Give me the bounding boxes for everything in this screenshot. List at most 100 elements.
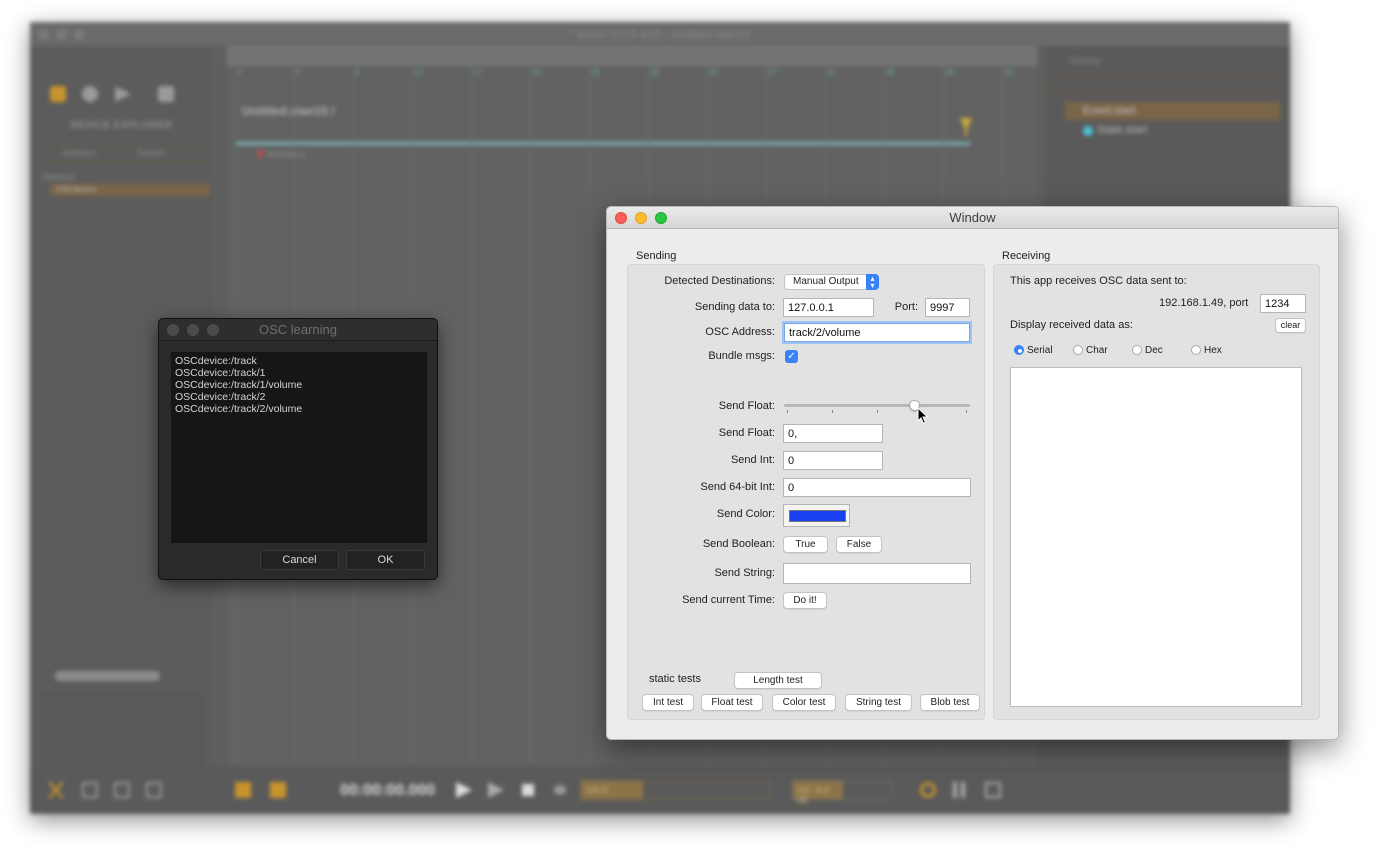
close-icon[interactable] <box>167 324 179 336</box>
timeline-grid-line <box>589 66 590 766</box>
dialog-title: OSC learning <box>258 322 338 337</box>
sending-ip-field[interactable]: 127.0.0.1 <box>783 298 874 317</box>
panel-icon[interactable] <box>82 782 98 798</box>
play-icon[interactable] <box>456 782 472 798</box>
send-time-label: Send current Time: <box>682 594 775 606</box>
close-icon[interactable] <box>38 29 49 40</box>
settings-icon[interactable] <box>920 782 936 798</box>
zoom-icon[interactable] <box>655 212 667 224</box>
stop-icon[interactable] <box>522 784 534 796</box>
do-it-button[interactable]: Do it! <box>783 592 827 609</box>
record-icon[interactable] <box>257 150 264 157</box>
play-from-icon[interactable] <box>488 782 504 798</box>
device-tree-item[interactable]: OSCdevice <box>50 184 210 196</box>
true-button[interactable]: True <box>783 536 828 553</box>
folder-icon[interactable] <box>114 782 130 798</box>
color-test-button[interactable]: Color test <box>772 694 836 711</box>
device-search-input[interactable]: Search <box>137 148 166 158</box>
lock-icon[interactable] <box>158 86 174 102</box>
close-icon[interactable] <box>615 212 627 224</box>
record-mode-icon[interactable] <box>554 785 566 795</box>
receive-info-text: This app receives OSC data sent to: <box>1010 275 1187 287</box>
send-float-field[interactable]: 0, <box>783 424 883 443</box>
dialog-title-bar: OSC learning <box>159 319 437 341</box>
playhead-marker-icon[interactable] <box>960 118 972 136</box>
history-item[interactable]: State.start <box>1083 124 1147 136</box>
create-tool-icon[interactable] <box>82 86 98 102</box>
send-float-label: Send Float: <box>718 427 775 439</box>
send-int-field[interactable]: 0 <box>783 451 883 470</box>
port-label: Port: <box>894 301 918 313</box>
dec-radio[interactable]: Dec <box>1132 345 1163 356</box>
string-test-button[interactable]: String test <box>845 694 912 711</box>
scenario-interval[interactable] <box>235 142 970 145</box>
list-item[interactable]: OSCdevice:/track/2 <box>175 391 423 403</box>
osc-address-field[interactable]: track/2/volume <box>784 323 970 342</box>
cancel-button[interactable]: Cancel <box>260 550 339 570</box>
timeline-ruler[interactable] <box>227 46 1037 66</box>
display-as-label: Display received data as: <box>1010 319 1133 331</box>
tempo-slider[interactable]: 120.0 <box>580 780 770 800</box>
horizontal-scrollbar[interactable] <box>55 671 160 681</box>
ruler-tick-label: 29 <box>650 68 659 77</box>
bundle-msgs-label: Bundle msgs: <box>708 350 775 362</box>
false-button[interactable]: False <box>836 536 882 553</box>
scenario-title: Untitled.stan15 / <box>242 104 335 118</box>
zoom-icon[interactable] <box>207 324 219 336</box>
osc-address-list[interactable]: OSCdevice:/track OSCdevice:/track/1 OSCd… <box>171 352 427 543</box>
osc-learning-dialog: OSC learning OSCdevice:/track OSCdevice:… <box>158 318 438 580</box>
detected-destinations-select[interactable]: Manual Output ▴ ▾ <box>784 274 879 290</box>
address-column-header: Address <box>42 172 76 182</box>
list-item[interactable]: OSCdevice:/track <box>175 355 423 367</box>
score-title-bar: * score 3.0.0-a15 - Untitled.stan15 <box>30 22 1290 46</box>
list-item[interactable]: OSCdevice:/track/1 <box>175 367 423 379</box>
music-note-icon[interactable] <box>270 782 286 798</box>
received-data-area[interactable] <box>1010 367 1302 707</box>
layout-icon[interactable] <box>985 782 1001 798</box>
history-search-input[interactable] <box>1050 76 1280 94</box>
play-tool-icon[interactable] <box>115 86 131 102</box>
slider-tick <box>832 410 833 413</box>
scenario-name: Scenario.1 <box>267 150 306 159</box>
char-radio[interactable]: Char <box>1073 345 1108 356</box>
radio-indicator <box>1191 345 1201 355</box>
minimize-icon[interactable] <box>187 324 199 336</box>
send-string-field[interactable] <box>783 563 971 584</box>
history-panel: History Event.start State.start <box>1045 46 1290 221</box>
minimize-icon[interactable] <box>56 29 67 40</box>
int-test-button[interactable]: Int test <box>642 694 694 711</box>
clear-button[interactable]: clear <box>1275 318 1306 333</box>
history-item[interactable]: Event.start <box>1065 102 1280 120</box>
float-test-button[interactable]: Float test <box>701 694 763 711</box>
slider-tick <box>966 410 967 413</box>
send-color-well[interactable] <box>783 504 850 527</box>
node-icon[interactable] <box>235 782 251 798</box>
ruler-tick-label: 9 <box>355 68 360 77</box>
serial-radio[interactable]: Serial <box>1014 345 1053 356</box>
bundle-msgs-checkbox[interactable]: ✓ <box>785 350 798 363</box>
blob-test-button[interactable]: Blob test <box>920 694 980 711</box>
volume-slider[interactable]: vol: -6.0 dB <box>792 780 892 805</box>
pause-icon[interactable] <box>953 782 965 798</box>
transport-bar: 00:00:00.000 120.0 vol: -6.0 dB <box>30 766 1290 814</box>
list-item[interactable]: OSCdevice:/track/2/volume <box>175 403 423 415</box>
fit-icon[interactable] <box>48 782 64 798</box>
zoom-icon[interactable] <box>74 29 85 40</box>
slider-track <box>784 404 970 407</box>
address-filter-select[interactable]: Address <box>63 148 96 158</box>
send-int64-field[interactable]: 0 <box>783 478 971 497</box>
select-tool-icon[interactable] <box>50 86 66 102</box>
list-item[interactable]: OSCdevice:/track/1/volume <box>175 379 423 391</box>
hex-radio[interactable]: Hex <box>1191 345 1222 356</box>
ruler-tick-label: 25 <box>591 68 600 77</box>
receive-port-field[interactable]: 1234 <box>1260 294 1306 313</box>
send-string-label: Send String: <box>714 567 775 579</box>
send-float-slider[interactable] <box>784 400 970 416</box>
minimize-icon[interactable] <box>635 212 647 224</box>
ok-button[interactable]: OK <box>346 550 425 570</box>
radio-indicator <box>1132 345 1142 355</box>
open-folder-icon[interactable] <box>146 782 162 798</box>
sending-port-field[interactable]: 9997 <box>925 298 970 317</box>
length-test-button[interactable]: Length test <box>734 672 822 689</box>
ruler-tick-label: 33 <box>709 68 718 77</box>
